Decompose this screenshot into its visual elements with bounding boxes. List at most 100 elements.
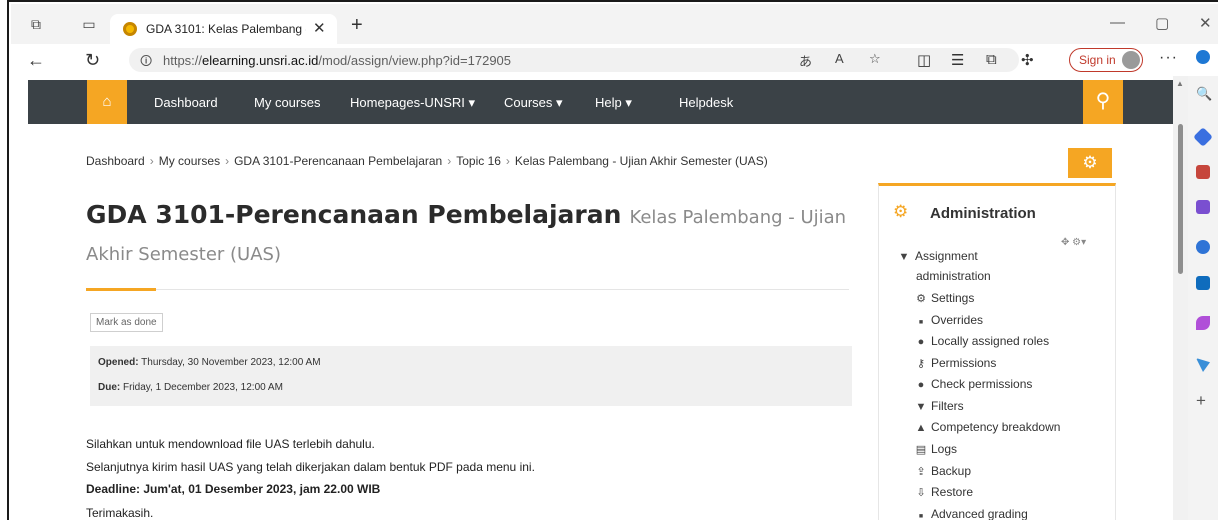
admin-item-logs[interactable]: ▤ Logs xyxy=(914,442,957,456)
send-icon[interactable] xyxy=(1196,358,1210,372)
workspaces-icon[interactable]: ⧉ xyxy=(28,16,44,32)
bullet-icon: ■ xyxy=(918,513,924,520)
browser-tab-bar: ⧉ ▭ GDA 3101: Kelas Palembang - Uj ✕ + —… xyxy=(11,4,1218,46)
games-icon[interactable] xyxy=(1196,200,1210,214)
refresh-icon[interactable]: ↻ xyxy=(85,50,100,71)
tab-actions-icon[interactable]: ▭ xyxy=(81,16,97,32)
scroll-up-icon[interactable]: ▲ xyxy=(1176,79,1184,88)
breadcrumb-activity[interactable]: Kelas Palembang - Ujian Akhir Semester (… xyxy=(515,154,768,168)
browser-toolbar: ← ↻ 🛈 https://elearning.unsri.ac.id/mod/… xyxy=(11,44,1218,76)
tab-close-icon[interactable]: ✕ xyxy=(313,19,326,37)
user-check-icon: ● xyxy=(917,379,925,391)
description-deadline: Deadline: Jum'at, 01 Desember 2023, jam … xyxy=(86,482,381,496)
favorite-star-icon[interactable]: ☆ xyxy=(869,51,881,67)
due-date: Due: Friday, 1 December 2023, 12:00 AM xyxy=(98,382,283,393)
page-scrollbar[interactable]: ▲ xyxy=(1173,76,1188,520)
breadcrumb-topic[interactable]: Topic 16 xyxy=(456,154,501,168)
address-bar[interactable]: 🛈 https://elearning.unsri.ac.id/mod/assi… xyxy=(129,48,1019,72)
more-menu-icon[interactable]: ··· xyxy=(1159,49,1178,67)
home-icon[interactable]: ⌂ xyxy=(87,80,127,124)
tag-icon[interactable] xyxy=(1193,127,1213,147)
browser-tab-active[interactable]: GDA 3101: Kelas Palembang - Uj ✕ xyxy=(110,14,337,46)
nav-help[interactable]: Help ▾ xyxy=(595,95,632,111)
microsoft-365-icon[interactable] xyxy=(1196,240,1210,254)
designer-icon[interactable] xyxy=(1196,316,1210,330)
logs-icon: ▤ xyxy=(915,444,927,456)
admin-item-competency-breakdown[interactable]: ▲ Competency breakdown xyxy=(914,420,1061,434)
admin-item-backup[interactable]: ⇪ Backup xyxy=(914,464,971,478)
title-divider xyxy=(86,289,849,290)
scrollbar-thumb[interactable] xyxy=(1178,124,1183,274)
assignment-administration-label[interactable]: administration xyxy=(916,269,991,283)
url-text[interactable]: https://elearning.unsri.ac.id/mod/assign… xyxy=(163,53,511,68)
breadcrumb-dashboard[interactable]: Dashboard xyxy=(86,154,145,168)
profile-avatar-icon xyxy=(1122,51,1140,69)
restore-icon: ⇩ xyxy=(916,487,926,499)
outlook-icon[interactable] xyxy=(1196,276,1210,290)
key-icon: ⚷ xyxy=(916,358,926,370)
administration-title: Administration xyxy=(930,205,1036,222)
copilot-icon[interactable] xyxy=(1196,50,1210,64)
gear-icon: ⚙ xyxy=(916,293,926,305)
read-aloud-icon[interactable]: A xyxy=(835,51,844,66)
nav-homepages-unsri[interactable]: Homepages-UNSRI ▾ xyxy=(350,95,475,111)
window-close-icon[interactable]: ✕ xyxy=(1199,14,1212,32)
tab-favicon-icon xyxy=(123,22,137,36)
favorites-icon[interactable]: ☰ xyxy=(951,51,964,69)
sign-in-button[interactable]: Sign in xyxy=(1069,48,1143,72)
page-content: ⌂ Dashboard My courses Homepages-UNSRI ▾… xyxy=(11,76,1173,520)
new-tab-button[interactable]: + xyxy=(351,14,363,37)
search-icon[interactable]: ⚲ xyxy=(1083,80,1123,124)
nav-my-courses[interactable]: My courses xyxy=(254,95,320,110)
page-title: GDA 3101-Perencanaan Pembelajaran Kelas P… xyxy=(86,200,866,229)
admin-item-restore[interactable]: ⇩ Restore xyxy=(914,485,973,499)
admin-item-check-permissions[interactable]: ● Check permissions xyxy=(914,377,1033,391)
nav-courses[interactable]: Courses ▾ xyxy=(504,95,563,111)
block-actions-icon[interactable]: ✥ ⚙▾ xyxy=(1061,237,1086,248)
breadcrumb-separator: › xyxy=(225,154,230,168)
minimize-icon[interactable]: — xyxy=(1110,14,1125,31)
user-icon: ● xyxy=(917,336,925,348)
admin-item-advanced-grading[interactable]: ■ Advanced grading xyxy=(914,507,1028,520)
backup-icon: ⇪ xyxy=(916,466,926,478)
briefcase-icon[interactable] xyxy=(1196,165,1210,179)
competency-icon: ▲ xyxy=(915,422,927,434)
admin-item-overrides[interactable]: ■ Overrides xyxy=(914,313,983,327)
breadcrumb: Dashboard › My courses › GDA 3101-Perencanaa… xyxy=(86,154,768,168)
nav-helpdesk[interactable]: Helpdesk xyxy=(679,95,733,110)
admin-gears-icon: ⚙ xyxy=(893,202,909,221)
site-info-icon[interactable]: 🛈 xyxy=(140,52,152,73)
assignment-administration-toggle[interactable]: ▼ Assignment xyxy=(897,249,978,263)
nav-dashboard[interactable]: Dashboard xyxy=(154,95,218,110)
breadcrumb-course[interactable]: GDA 3101-Perencanaan Pembelajaran xyxy=(234,154,442,168)
description-line: Terimakasih. xyxy=(86,506,154,520)
collections-icon[interactable]: ⧉ xyxy=(986,51,997,68)
maximize-icon[interactable]: ▢ xyxy=(1155,14,1169,32)
admin-item-filters[interactable]: ▼ Filters xyxy=(914,399,964,413)
description-line: Selanjutnya kirim hasil UAS yang telah d… xyxy=(86,460,535,474)
description-line: Silahkan untuk mendownload file UAS terl… xyxy=(86,437,375,451)
screenshot-frame: ⧉ ▭ GDA 3101: Kelas Palembang - Uj ✕ + —… xyxy=(0,0,1218,520)
page-settings-gear-icon[interactable]: ⚙ xyxy=(1068,148,1112,178)
breadcrumb-separator: › xyxy=(505,154,510,168)
back-icon[interactable]: ← xyxy=(27,50,45,71)
bullet-icon: ■ xyxy=(918,319,924,326)
add-sidebar-icon[interactable]: + xyxy=(1196,392,1210,409)
activity-dates: Opened: Thursday, 30 November 2023, 12:0… xyxy=(90,346,852,406)
edge-sidebar: 🔍 + xyxy=(1188,50,1218,520)
extensions-icon[interactable]: ✣ xyxy=(1021,51,1034,69)
admin-item-settings[interactable]: ⚙ Settings xyxy=(914,291,974,305)
site-navbar: ⌂ Dashboard My courses Homepages-UNSRI ▾… xyxy=(28,80,1173,124)
search-sidebar-icon[interactable]: 🔍 xyxy=(1196,86,1212,101)
breadcrumb-my-courses[interactable]: My courses xyxy=(159,154,220,168)
translate-icon[interactable]: あ xyxy=(799,51,812,70)
admin-item-locally-assigned-roles[interactable]: ● Locally assigned roles xyxy=(914,334,1049,348)
filter-icon: ▼ xyxy=(915,401,927,413)
breadcrumb-separator: › xyxy=(447,154,452,168)
mark-as-done-button[interactable]: Mark as done xyxy=(90,313,163,332)
split-screen-icon[interactable]: ◫ xyxy=(917,51,931,69)
breadcrumb-separator: › xyxy=(149,154,154,168)
tab-title: GDA 3101: Kelas Palembang - Uj xyxy=(146,22,306,36)
caret-down-icon: ▼ xyxy=(898,251,910,263)
admin-item-permissions[interactable]: ⚷ Permissions xyxy=(914,356,996,370)
